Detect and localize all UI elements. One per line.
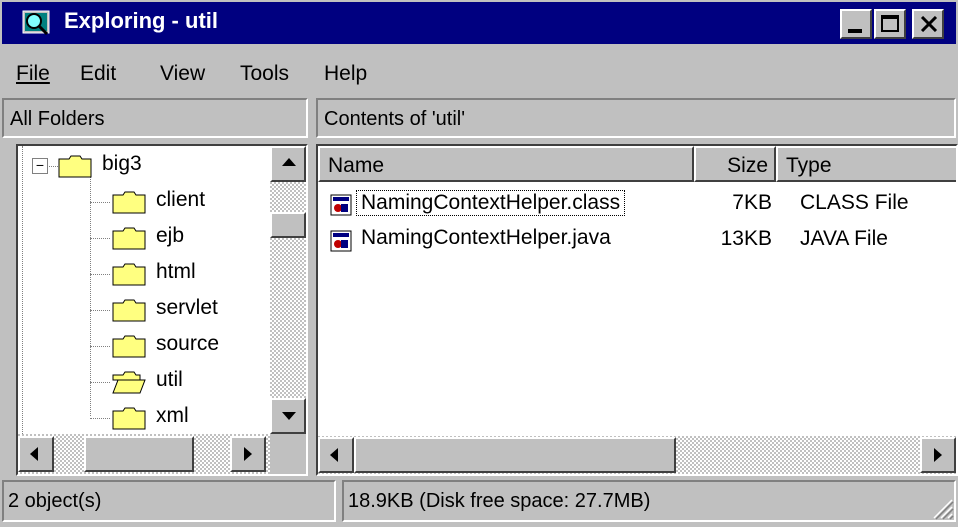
title-bar[interactable]: Exploring - util	[2, 2, 956, 44]
menu-edit[interactable]: Edit	[80, 62, 116, 86]
folder-icon	[112, 263, 146, 286]
scroll-left-button[interactable]	[318, 437, 354, 473]
file-type: JAVA File	[800, 227, 888, 250]
scroll-thumb[interactable]	[354, 437, 676, 473]
tree-label-client: client	[156, 188, 206, 211]
minimize-button[interactable]	[840, 9, 872, 39]
contents-header: Contents of 'util'	[316, 98, 956, 138]
scrollbar-corner	[270, 434, 306, 474]
column-size-label: Size	[727, 154, 768, 177]
tree-label-big3: big3	[102, 152, 142, 175]
explorer-app-icon[interactable]	[22, 8, 52, 36]
folder-icon	[112, 407, 146, 430]
collapse-toggle[interactable]: −	[32, 158, 48, 174]
column-header-name[interactable]: Name	[318, 146, 694, 182]
file-row[interactable]: NamingContextHelper.class 7KB CLASS File	[330, 190, 950, 224]
tree-line	[90, 176, 91, 416]
tree-label-source: source	[156, 332, 220, 355]
status-objects-text: 2 object(s)	[8, 490, 102, 512]
resize-grip-icon[interactable]	[930, 496, 954, 520]
file-list-pane[interactable]: Name Size Type NamingContextHelper.class…	[316, 144, 958, 476]
scroll-right-button[interactable]	[920, 437, 956, 473]
arrow-left-icon	[30, 447, 38, 461]
close-button[interactable]	[912, 9, 944, 39]
tree-line	[90, 274, 110, 275]
status-objects: 2 object(s)	[2, 480, 336, 522]
column-name-label: Name	[328, 154, 385, 177]
scroll-thumb[interactable]	[270, 212, 306, 238]
tree-label-xml: xml	[156, 404, 189, 427]
status-size: 18.9KB (Disk free space: 27.7MB)	[342, 480, 956, 522]
folder-icon	[112, 299, 146, 322]
column-type-label: Type	[786, 154, 832, 177]
arrow-up-icon	[282, 158, 296, 166]
minimize-icon	[848, 29, 862, 33]
menu-help[interactable]: Help	[324, 62, 367, 86]
arrow-right-icon	[934, 448, 942, 462]
folder-icon	[112, 191, 146, 214]
window-title: Exploring - util	[64, 8, 218, 33]
tree-line	[22, 146, 23, 434]
scroll-right-button[interactable]	[230, 436, 266, 472]
file-list-horizontal-scrollbar[interactable]	[318, 436, 956, 474]
status-size-text: 18.9KB (Disk free space: 27.7MB)	[348, 490, 651, 512]
close-icon	[920, 16, 938, 32]
folder-icon	[112, 335, 146, 358]
column-header-type[interactable]: Type	[776, 146, 956, 182]
maximize-button[interactable]	[874, 9, 906, 39]
folder-icon	[58, 155, 92, 178]
tree-line	[90, 382, 110, 383]
file-type: CLASS File	[800, 191, 909, 214]
scroll-thumb[interactable]	[84, 436, 194, 472]
contents-label: Contents of 'util'	[324, 108, 466, 130]
folder-icon	[112, 227, 146, 250]
tree-line	[90, 238, 110, 239]
file-name: NamingContextHelper.java	[361, 226, 611, 249]
scroll-down-button[interactable]	[270, 398, 306, 434]
arrow-right-icon	[244, 447, 252, 461]
tree-label-servlet: servlet	[156, 296, 218, 319]
tree-vertical-scrollbar[interactable]	[270, 146, 306, 434]
file-size: 13KB	[720, 227, 772, 250]
scroll-up-button[interactable]	[270, 146, 306, 182]
open-folder-icon	[112, 371, 146, 394]
menu-file[interactable]: File	[16, 62, 50, 86]
file-name: NamingContextHelper.class	[356, 190, 626, 216]
folder-tree-pane[interactable]: − big3 client ejb html servlet source ut…	[16, 144, 308, 476]
minus-icon: −	[35, 157, 45, 173]
tree-line	[90, 202, 110, 203]
tree-horizontal-scrollbar[interactable]	[18, 434, 270, 474]
tree-line	[90, 346, 110, 347]
menu-view[interactable]: View	[160, 62, 205, 86]
arrow-down-icon	[282, 412, 296, 420]
file-row[interactable]: NamingContextHelper.java 13KB JAVA File	[330, 226, 950, 260]
file-size: 7KB	[732, 191, 772, 214]
tree-label-ejb: ejb	[156, 224, 185, 247]
tree-line	[90, 418, 110, 419]
maximize-icon	[881, 15, 899, 32]
tree-label-util: util	[156, 368, 183, 391]
menu-tools[interactable]: Tools	[240, 62, 289, 86]
all-folders-label: All Folders	[10, 108, 105, 130]
tree-line	[90, 310, 110, 311]
tree-label-html: html	[156, 260, 196, 283]
java-file-icon	[330, 230, 352, 252]
column-header-size[interactable]: Size	[694, 146, 776, 182]
all-folders-header: All Folders	[2, 98, 308, 138]
arrow-left-icon	[330, 448, 338, 462]
class-file-icon	[330, 194, 352, 216]
scroll-left-button[interactable]	[18, 436, 54, 472]
